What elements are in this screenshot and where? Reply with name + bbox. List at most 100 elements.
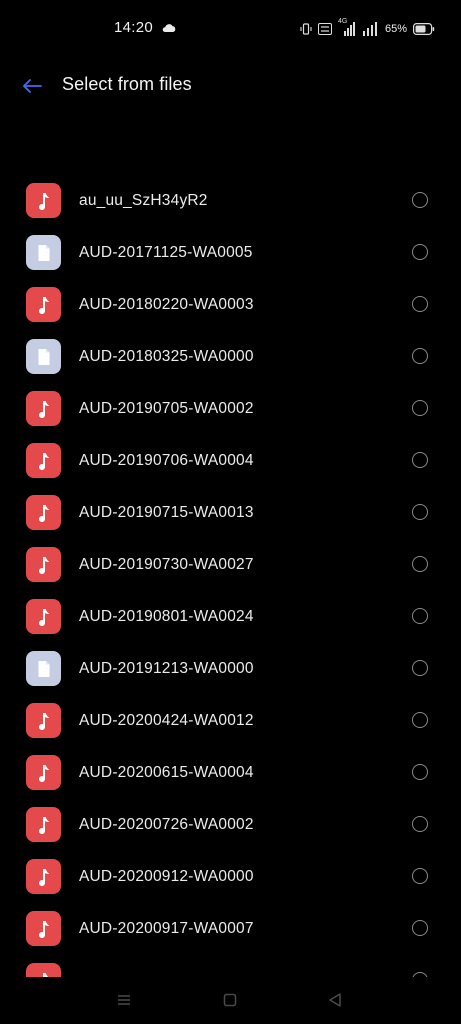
music-note-icon: [38, 452, 49, 470]
battery-percent: 65%: [384, 23, 407, 35]
file-row[interactable]: AUD-20180220-WA0003: [0, 279, 461, 331]
battery-icon: [413, 23, 435, 35]
file-row[interactable]: [0, 955, 461, 977]
audio-file-icon: [26, 703, 61, 738]
audio-file-icon: [26, 183, 61, 218]
select-radio-button[interactable]: [412, 920, 428, 936]
file-row[interactable]: AUD-20200726-WA0002: [0, 799, 461, 851]
music-note-icon: [38, 400, 49, 418]
file-name: AUD-20200912-WA0000: [79, 868, 254, 885]
select-radio-button[interactable]: [412, 452, 428, 468]
file-row[interactable]: AUD-20200424-WA0012: [0, 695, 461, 747]
file-name: AUD-20200726-WA0002: [79, 816, 254, 833]
select-radio-button[interactable]: [412, 504, 428, 520]
signal-icon: [362, 22, 377, 36]
select-radio-button[interactable]: [412, 192, 428, 208]
file-row[interactable]: AUD-20200912-WA0000: [0, 851, 461, 903]
file-row[interactable]: AUD-20200615-WA0004: [0, 747, 461, 799]
file-name: AUD-20190706-WA0004: [79, 452, 254, 469]
file-row[interactable]: AUD-20191213-WA0000: [0, 643, 461, 695]
file-name: AUD-20200615-WA0004: [79, 764, 254, 781]
file-row[interactable]: AUD-20190706-WA0004: [0, 435, 461, 487]
audio-file-icon: [26, 755, 61, 790]
file-name: AUD-20191213-WA0000: [79, 660, 254, 677]
document-file-icon: [26, 235, 61, 270]
status-time: 14:20: [114, 19, 154, 36]
select-radio-button[interactable]: [412, 712, 428, 728]
music-note-icon: [38, 296, 49, 314]
music-note-icon: [38, 192, 49, 210]
audio-file-icon: [26, 391, 61, 426]
music-note-icon: [38, 764, 49, 782]
file-name: AUD-20190705-WA0002: [79, 400, 254, 417]
document-file-icon: [26, 651, 61, 686]
select-radio-button[interactable]: [412, 764, 428, 780]
audio-file-icon: [26, 547, 61, 582]
file-name: au_uu_SzH34yR2: [79, 192, 208, 209]
select-radio-button[interactable]: [412, 816, 428, 832]
navigation-bar: [0, 977, 461, 1024]
audio-file-icon: [26, 911, 61, 946]
document-icon: [38, 244, 49, 261]
music-note-icon: [38, 608, 49, 626]
document-file-icon: [26, 339, 61, 374]
music-note-icon: [38, 504, 49, 522]
home-icon: [223, 993, 237, 1007]
status-icons: 4G 65%: [300, 18, 435, 37]
volte-icon: [317, 23, 332, 35]
file-row[interactable]: AUD-20190715-WA0013: [0, 487, 461, 539]
menu-icon: [118, 995, 130, 1005]
audio-file-icon: [26, 495, 61, 530]
music-note-icon: [38, 712, 49, 730]
audio-file-icon: [26, 287, 61, 322]
file-name: AUD-20180220-WA0003: [79, 296, 254, 313]
file-row[interactable]: AUD-20180325-WA0000: [0, 331, 461, 383]
file-name: AUD-20190730-WA0027: [79, 556, 254, 573]
music-note-icon: [38, 816, 49, 834]
file-row[interactable]: AUD-20200917-WA0007: [0, 903, 461, 955]
file-row[interactable]: AUD-20190801-WA0024: [0, 591, 461, 643]
document-icon: [38, 660, 49, 677]
select-radio-button[interactable]: [412, 660, 428, 676]
network-signal-1: 4G: [338, 18, 356, 36]
cloud-icon: [162, 24, 176, 32]
audio-file-icon: [26, 963, 61, 977]
file-row[interactable]: au_uu_SzH34yR2: [0, 175, 461, 227]
file-name: AUD-20190715-WA0013: [79, 504, 254, 521]
music-note-icon: [38, 868, 49, 886]
file-row[interactable]: AUD-20190705-WA0002: [0, 383, 461, 435]
file-list[interactable]: au_uu_SzH34yR2 AUD-20171125-WA0005 AUD-201…: [0, 175, 461, 977]
select-radio-button[interactable]: [412, 556, 428, 572]
select-radio-button[interactable]: [412, 348, 428, 364]
audio-file-icon: [26, 599, 61, 634]
file-row[interactable]: AUD-20171125-WA0005: [0, 227, 461, 279]
signal-icon: [343, 22, 355, 36]
select-radio-button[interactable]: [412, 296, 428, 312]
file-name: AUD-20180325-WA0000: [79, 348, 254, 365]
vibrate-icon: [300, 23, 312, 35]
arrow-left-icon: [23, 79, 42, 93]
select-radio-button[interactable]: [412, 868, 428, 884]
music-note-icon: [38, 920, 49, 938]
file-name: AUD-20200917-WA0007: [79, 920, 254, 937]
status-bar: 14:20 4G 65%: [0, 0, 461, 58]
file-row[interactable]: AUD-20190730-WA0027: [0, 539, 461, 591]
home-button[interactable]: [221, 991, 239, 1009]
app-bar: Select from files: [0, 58, 461, 114]
audio-file-icon: [26, 859, 61, 894]
select-radio-button[interactable]: [412, 400, 428, 416]
select-radio-button[interactable]: [412, 608, 428, 624]
document-icon: [38, 348, 49, 365]
file-name: AUD-20171125-WA0005: [79, 244, 253, 261]
page-title: Select from files: [62, 74, 192, 94]
file-name: AUD-20190801-WA0024: [79, 608, 254, 625]
audio-file-icon: [26, 807, 61, 842]
file-name: AUD-20200424-WA0012: [79, 712, 254, 729]
nav-back-button[interactable]: [326, 991, 344, 1009]
select-radio-button[interactable]: [412, 244, 428, 260]
back-triangle-icon: [329, 993, 341, 1007]
music-note-icon: [38, 556, 49, 574]
audio-file-icon: [26, 443, 61, 478]
back-button[interactable]: [16, 71, 48, 101]
menu-button[interactable]: [115, 991, 133, 1009]
